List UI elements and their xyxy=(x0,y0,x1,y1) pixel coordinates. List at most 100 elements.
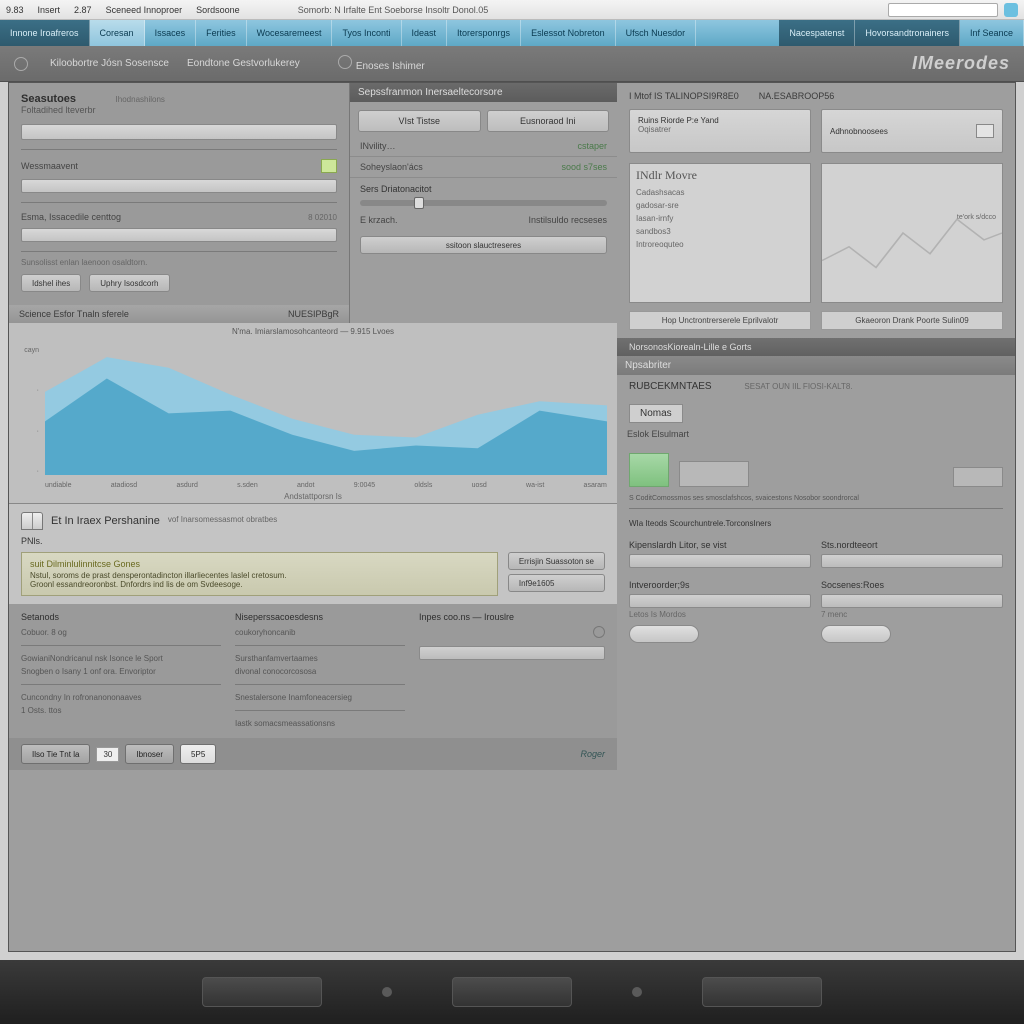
submit-button[interactable] xyxy=(629,625,699,643)
nav-tab[interactable]: Inf Seance xyxy=(960,20,1024,46)
breadcrumb[interactable]: Enoses Ishimer xyxy=(356,61,425,72)
menu-item[interactable]: Insert xyxy=(38,5,61,15)
content-frame: Seasutoes Foltadihed lteverbr Ihodnashil… xyxy=(8,82,1016,952)
summary-card[interactable]: Ruins Riorde P:e Yand Oqisatrer xyxy=(629,109,811,153)
hardware-button xyxy=(452,977,572,1007)
kv-value: Instilsuldo recseses xyxy=(528,215,607,225)
filter-input[interactable] xyxy=(21,228,337,242)
range-slider[interactable] xyxy=(360,200,607,206)
nav-tab[interactable]: Ufsch Nuesdor xyxy=(616,20,697,46)
mid-tab[interactable]: VIst Tistse xyxy=(358,110,481,132)
menu-item[interactable]: 2.87 xyxy=(74,5,92,15)
cell-header: Socsenes:Roes xyxy=(821,580,1003,590)
card-footer[interactable]: Hop Unctrontrerserele Eprilvalotr xyxy=(629,311,811,330)
x-tick: 9:0045 xyxy=(354,482,375,489)
nav-tab[interactable]: Eslessot Nobreton xyxy=(521,20,616,46)
book-icon xyxy=(21,512,43,530)
mini-item[interactable]: Cadashsacas xyxy=(636,186,804,199)
badge: 8 02010 xyxy=(308,213,337,222)
info-panel: Et In Iraex Pershanine vof Inarsomessasm… xyxy=(9,503,617,604)
toolbar-button[interactable]: Ibnoser xyxy=(125,744,174,764)
os-menu-bar: 9.83 Insert 2.87 Sceneed Innoproer Sords… xyxy=(0,0,1024,20)
kv-value: sood s7ses xyxy=(561,162,607,172)
kv-value: cstaper xyxy=(577,141,607,151)
r-subtab[interactable]: SESAT OUN IIL FIOSI-KALT8. xyxy=(744,382,852,391)
toolbar-button[interactable]: Ilso Tie Tnt la xyxy=(21,744,90,764)
filter-input[interactable] xyxy=(21,179,337,193)
calendar-icon[interactable] xyxy=(321,159,337,173)
menu-item[interactable]: 9.83 xyxy=(6,5,24,15)
chart-title: N'ma. Imiarslamosohcanteord — 9.915 Lvoe… xyxy=(9,323,617,336)
card-footer[interactable]: Gkaeoron Drank Poorte Sulin09 xyxy=(821,311,1003,330)
breadcrumb[interactable]: Kiloobortre Jósn Sosensce xyxy=(50,58,169,69)
alert-line: Nstul, soroms de prast densperontadincto… xyxy=(30,571,489,580)
filter-panel: Seasutoes Foltadihed lteverbr Ihodnashil… xyxy=(9,83,349,305)
info-title: Et In Iraex Pershanine xyxy=(51,515,160,527)
nav-tab[interactable]: Wocesaremeest xyxy=(247,20,333,46)
stat-strip: Science Esfor Tnaln sferele NUESIPBgR xyxy=(9,305,349,323)
submit-button[interactable] xyxy=(821,625,891,643)
nav-tab[interactable]: Coresan xyxy=(90,20,145,46)
ring-icon xyxy=(338,55,352,69)
card-title: Adhnobnoosees xyxy=(830,127,888,136)
nav-tab[interactable]: Hovorsandtronainers xyxy=(855,20,960,46)
cell-bar xyxy=(821,554,1003,568)
field-label: Esma, Issacedile centtog xyxy=(21,212,121,222)
menu-item[interactable]: Sceneed Innoproer xyxy=(106,5,183,15)
nav-home[interactable]: Innone Iroafreros xyxy=(0,20,90,46)
mini-item[interactable]: sandbos3 xyxy=(636,225,804,238)
slider-handle[interactable] xyxy=(414,197,424,209)
r-tab[interactable]: I Mtof IS TALINOPSI9R8E0 xyxy=(629,91,739,101)
mini-panel: INdlr Movre Cadashsacas gadosar-sre Iasa… xyxy=(629,163,811,303)
nav-tab[interactable]: Ideast xyxy=(402,20,448,46)
toolbar-button[interactable]: 5P5 xyxy=(180,744,216,764)
action-button[interactable]: Idshel ihes xyxy=(21,274,81,292)
section-label: Sers Driatonacitot xyxy=(350,178,617,196)
detail-line: Sursthanfamvertaames xyxy=(235,652,405,665)
os-search-input[interactable] xyxy=(888,3,998,17)
mini-note: te'ork s/dcco xyxy=(957,214,996,221)
cell-input[interactable] xyxy=(821,594,1003,608)
toolbar-tag: 30 xyxy=(96,747,119,762)
summary-card[interactable]: Adhnobnoosees xyxy=(821,109,1003,153)
hint-text: Sunsolisst enlan laenoon osaldtorn. xyxy=(21,258,337,267)
mini-item[interactable]: Introreoquteo xyxy=(636,238,804,251)
toolbar-link[interactable]: Roger xyxy=(580,749,605,759)
active-subtab[interactable]: Nomas xyxy=(629,404,683,423)
menu-item[interactable]: Sordsoone xyxy=(196,5,240,15)
detail-line: coukoryhoncanib xyxy=(235,626,405,639)
action-button[interactable]: Uphry Isosdcorh xyxy=(89,274,169,292)
info-button[interactable]: Inf9e1605 xyxy=(508,574,605,592)
x-tick: asaram xyxy=(584,482,607,489)
y-tick: · xyxy=(15,468,39,475)
mid-tab[interactable]: Eusnoraod Ini xyxy=(487,110,610,132)
bar xyxy=(679,461,749,487)
detail-line: Cuncondny In rofronanononaaves xyxy=(21,691,221,704)
mini-item[interactable]: gadosar-sre xyxy=(636,199,804,212)
mid-header: Sepssfranmon Inersaeltecorsore xyxy=(350,83,617,102)
info-button[interactable]: Errisjin Suassoton se xyxy=(508,552,605,570)
monitor-bezel xyxy=(0,960,1024,1024)
field-label: Wessmaavent xyxy=(21,161,78,171)
card-title: Ruins Riorde P:e Yand xyxy=(638,116,802,125)
spinner-icon xyxy=(593,626,605,638)
filter-input[interactable] xyxy=(21,124,337,140)
mini-panel: te'ork s/dcco xyxy=(821,163,1003,303)
y-tick: · xyxy=(15,428,39,435)
r-tab[interactable]: NA.ESABROOP56 xyxy=(759,91,835,101)
nav-tab[interactable]: Ferities xyxy=(196,20,247,46)
r-subtab[interactable]: RUBCEKMNTAES xyxy=(629,381,712,392)
nav-tab[interactable]: Issaces xyxy=(145,20,197,46)
x-tick: wa-ist xyxy=(526,482,544,489)
mini-item[interactable]: Iasan-irnfy xyxy=(636,212,804,225)
x-tick: s.sden xyxy=(237,482,258,489)
nav-tab[interactable]: Itorersponrgs xyxy=(447,20,521,46)
nav-tab[interactable]: Tyos Inconti xyxy=(332,20,401,46)
breadcrumb[interactable]: Eondtone Gestvorlukerey xyxy=(187,58,300,69)
y-tick: · xyxy=(15,387,39,394)
cell-input[interactable] xyxy=(629,594,811,608)
stat-label: Science Esfor Tnaln sferele xyxy=(19,309,129,319)
apply-button[interactable]: ssitoon slauctreseres xyxy=(360,236,607,254)
panel-tab[interactable]: Ihodnashilons xyxy=(116,95,165,104)
nav-tab[interactable]: Nacespatenst xyxy=(779,20,855,46)
